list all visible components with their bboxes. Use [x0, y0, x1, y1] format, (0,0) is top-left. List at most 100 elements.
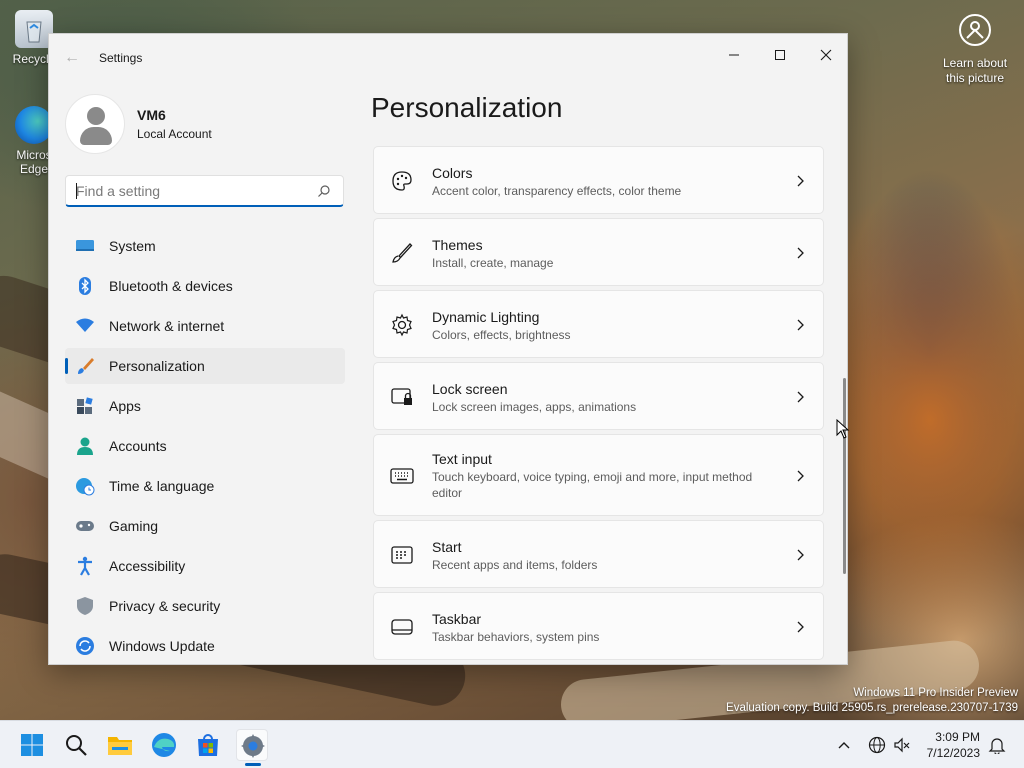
chevron-up-icon — [838, 742, 850, 749]
card-taskbar[interactable]: Taskbar Taskbar behaviors, system pins — [373, 592, 824, 660]
evaluation-watermark: Windows 11 Pro Insider Preview Evaluatio… — [726, 686, 1018, 716]
sidebar-item-accounts[interactable]: Accounts — [65, 428, 345, 464]
taskbar-store[interactable] — [192, 729, 224, 761]
bluetooth-icon — [79, 277, 91, 295]
sidebar-item-label: Apps — [109, 398, 141, 414]
card-subtitle: Touch keyboard, voice typing, emoji and … — [432, 470, 753, 500]
sidebar-item-label: Time & language — [109, 478, 215, 494]
card-subtitle: Colors, effects, brightness — [432, 328, 571, 342]
sidebar-item-label: Bluetooth & devices — [109, 278, 233, 294]
taskbar-start-button[interactable] — [16, 729, 48, 761]
tray-notifications[interactable] — [988, 736, 1006, 756]
close-button[interactable] — [803, 40, 847, 70]
sidebar-item-accessibility[interactable]: Accessibility — [65, 548, 345, 584]
card-subtitle: Taskbar behaviors, system pins — [432, 630, 600, 644]
profile-account-type: Local Account — [137, 127, 212, 141]
chevron-right-icon — [797, 247, 804, 259]
sidebar-item-personalization[interactable]: Personalization — [65, 348, 345, 384]
active-app-indicator — [245, 763, 261, 766]
card-title: Themes — [432, 237, 483, 253]
brush-icon — [392, 243, 413, 263]
taskbar-icon — [391, 619, 413, 635]
start-icon — [391, 546, 413, 564]
card-subtitle: Lock screen images, apps, animations — [432, 400, 637, 414]
palette-icon — [392, 171, 412, 191]
card-text-input[interactable]: Text input Touch keyboard, voice typing,… — [373, 434, 824, 516]
card-themes[interactable]: Themes Install, create, manage — [373, 218, 824, 286]
search-input[interactable] — [76, 182, 306, 200]
keyboard-icon — [390, 468, 414, 484]
sidebar-item-network[interactable]: Network & internet — [65, 308, 345, 344]
accounts-icon — [77, 437, 93, 455]
tray-date: 7/12/2023 — [926, 746, 980, 760]
sidebar-nav: System Bluetooth & devices Network & int… — [65, 228, 345, 664]
minimize-icon — [729, 54, 739, 56]
taskbar-search-button[interactable] — [60, 729, 92, 761]
store-icon — [198, 734, 218, 756]
wifi-icon — [76, 318, 94, 332]
settings-window: ← Settings VM6 Local Account Syst — [48, 33, 848, 665]
mouse-cursor-icon — [836, 419, 850, 439]
search-icon — [66, 735, 87, 756]
card-title: Colors — [432, 165, 473, 181]
tray-volume[interactable] — [893, 736, 911, 754]
window-title: Settings — [99, 51, 143, 65]
tray-network[interactable] — [868, 736, 886, 754]
gear-icon — [392, 313, 412, 337]
sidebar-item-bluetooth[interactable]: Bluetooth & devices — [65, 268, 345, 304]
taskbar-file-explorer[interactable] — [104, 729, 136, 761]
content-scrollbar[interactable] — [843, 378, 846, 574]
taskbar-edge[interactable] — [148, 729, 180, 761]
maximize-button[interactable] — [757, 40, 803, 70]
gamepad-icon — [76, 521, 94, 531]
search-icon — [318, 185, 330, 197]
tray-time: 3:09 PM — [935, 730, 980, 744]
sidebar-item-label: Network & internet — [109, 318, 225, 334]
card-lock-screen[interactable]: Lock screen Lock screen images, apps, an… — [373, 362, 824, 430]
card-start[interactable]: Start Recent apps and items, folders — [373, 520, 824, 588]
sidebar-item-apps[interactable]: Apps — [65, 388, 345, 424]
user-profile[interactable]: VM6 Local Account — [65, 94, 212, 154]
shield-icon — [77, 597, 93, 615]
taskbar-settings[interactable] — [236, 729, 268, 761]
card-subtitle: Accent color, transparency effects, colo… — [432, 184, 682, 198]
minimize-button[interactable] — [711, 40, 757, 70]
card-title: Lock screen — [432, 381, 508, 397]
settings-card-list: Colors Accent color, transparency effect… — [373, 146, 825, 664]
sidebar-item-time-language[interactable]: Time & language — [65, 468, 345, 504]
sidebar-item-label: Privacy & security — [109, 598, 221, 614]
chevron-right-icon — [797, 319, 804, 331]
learn-about-picture-label: Learn about this picture — [942, 56, 1008, 85]
sidebar-item-gaming[interactable]: Gaming — [65, 508, 345, 544]
card-title: Text input — [432, 451, 492, 467]
notification-bell-icon — [988, 738, 1006, 756]
title-bar[interactable]: ← Settings — [49, 34, 847, 82]
settings-gear-icon — [241, 734, 265, 758]
search-box[interactable] — [65, 175, 344, 207]
volume-muted-icon — [894, 737, 910, 753]
taskbar: 3:09 PM 7/12/2023 — [0, 720, 1024, 768]
edge-icon — [152, 733, 176, 757]
sidebar-item-system[interactable]: System — [65, 228, 345, 264]
tray-clock[interactable]: 3:09 PM 7/12/2023 — [927, 729, 980, 761]
card-title: Dynamic Lighting — [432, 309, 540, 325]
maximize-icon — [775, 50, 785, 60]
update-icon — [76, 637, 94, 655]
tray-overflow-chevron[interactable] — [836, 737, 852, 753]
chevron-right-icon — [797, 391, 804, 403]
profile-name: VM6 — [137, 107, 166, 123]
sidebar-item-label: Personalization — [109, 358, 205, 374]
system-icon — [76, 240, 94, 251]
learn-about-picture[interactable]: Learn about this picture — [936, 14, 1014, 86]
chevron-right-icon — [797, 175, 804, 187]
folder-icon — [108, 737, 132, 755]
card-dynamic-lighting[interactable]: Dynamic Lighting Colors, effects, bright… — [373, 290, 824, 358]
sidebar-item-privacy[interactable]: Privacy & security — [65, 588, 345, 624]
globe-icon — [868, 736, 886, 754]
back-arrow-icon[interactable]: ← — [61, 48, 83, 68]
card-title: Taskbar — [432, 611, 482, 627]
windows-start-icon — [21, 734, 43, 756]
accessibility-icon — [78, 556, 92, 576]
sidebar-item-windows-update[interactable]: Windows Update — [65, 628, 345, 664]
card-colors[interactable]: Colors Accent color, transparency effect… — [373, 146, 824, 214]
